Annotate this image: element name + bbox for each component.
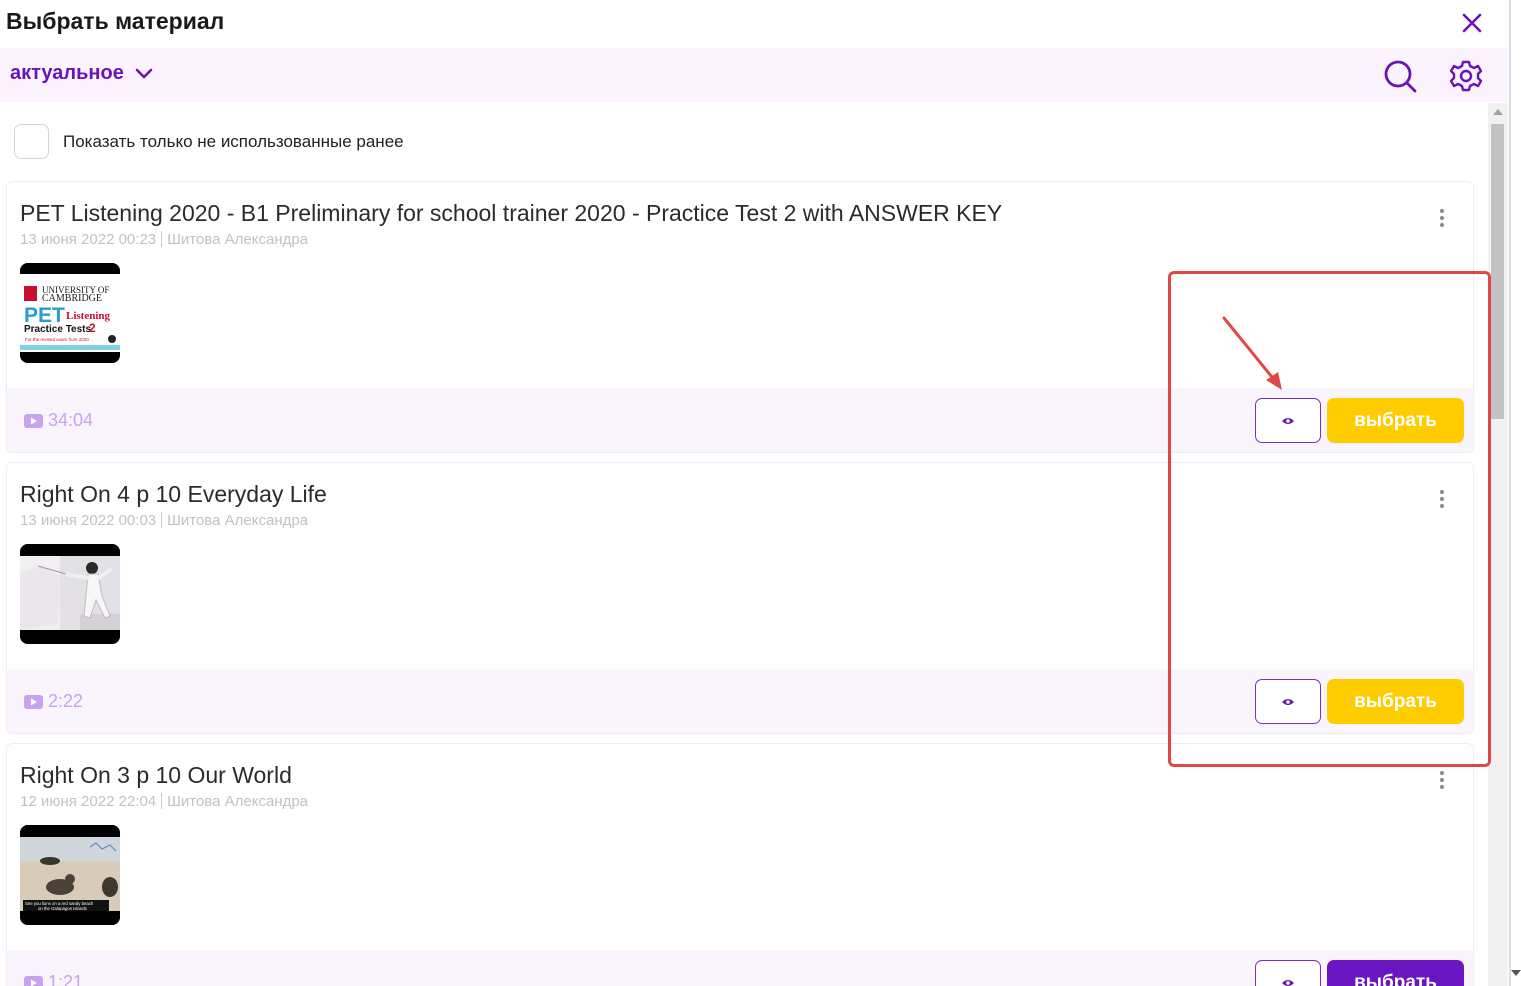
material-author: Шитова Александра (167, 793, 309, 810)
window-divider (1509, 0, 1511, 986)
more-vertical-icon (1440, 490, 1444, 508)
material-card: PET Listening 2020 - B1 Preliminary for … (6, 181, 1474, 453)
material-card: Right On 3 p 10 Our World 12 июня 2022 2… (6, 743, 1474, 986)
gear-icon (1449, 60, 1483, 92)
settings-button[interactable] (1446, 57, 1486, 95)
material-duration: 34:04 (24, 410, 93, 431)
meta-divider (161, 231, 163, 247)
duration-label: 1:21 (48, 972, 84, 986)
material-footer: 34:04 выбрать (7, 388, 1473, 452)
more-vertical-icon (1440, 771, 1444, 789)
filter-bar: актуальное (0, 48, 1508, 102)
unused-only-checkbox[interactable] (14, 124, 49, 159)
more-vertical-icon (1440, 209, 1444, 227)
material-thumbnail[interactable]: UNIVERSITY OF CAMBRIDGE PET Listening Pr… (20, 263, 120, 363)
material-thumbnail[interactable] (20, 544, 120, 644)
material-date: 13 июня 2022 00:23 (20, 231, 157, 248)
eye-icon (1282, 979, 1294, 986)
material-card: Right On 4 p 10 Everyday Life 13 июня 20… (6, 462, 1474, 734)
eye-icon (1282, 417, 1294, 424)
material-duration: 1:21 (24, 972, 83, 986)
thumb-caption-line2: on the Galapagos Islands (38, 906, 87, 911)
material-meta: 13 июня 2022 00:03 Шитова Александра (20, 512, 308, 529)
chevron-down-icon (135, 68, 153, 78)
meta-divider (161, 512, 163, 528)
more-options-button[interactable] (1431, 768, 1453, 792)
thumb-text-number: 2 (89, 321, 96, 335)
preview-button[interactable] (1255, 679, 1321, 724)
unused-only-option: Показать только не использованные ранее (14, 124, 404, 159)
material-duration: 2:22 (24, 691, 83, 712)
close-button[interactable] (1456, 9, 1488, 39)
filter-dropdown-label: актуальное (10, 62, 124, 84)
eye-icon (1282, 698, 1294, 705)
video-icon (24, 975, 43, 986)
preview-button[interactable] (1255, 960, 1321, 986)
select-button[interactable]: выбрать (1327, 679, 1464, 724)
material-author: Шитова Александра (167, 231, 309, 248)
material-footer: 2:22 выбрать (7, 669, 1473, 733)
close-icon (1462, 13, 1482, 33)
preview-button[interactable] (1255, 398, 1321, 443)
material-title: Right On 3 p 10 Our World (20, 762, 292, 788)
more-options-button[interactable] (1431, 487, 1453, 511)
material-meta: 13 июня 2022 00:23 Шитова Александра (20, 231, 308, 248)
material-title: PET Listening 2020 - B1 Preliminary for … (20, 200, 1003, 226)
fencing-image (20, 544, 120, 644)
duration-label: 2:22 (48, 691, 84, 711)
thumb-text-sub: For the revised exam from 2020 (25, 337, 89, 342)
thumb-text-line2: CAMBRIDGE (42, 293, 102, 304)
material-title: Right On 4 p 10 Everyday Life (20, 481, 327, 507)
dialog-title: Выбрать материал (6, 8, 225, 34)
scrollbar-thumb[interactable] (1491, 124, 1504, 419)
more-options-button[interactable] (1431, 206, 1453, 230)
select-button[interactable]: выбрать (1327, 960, 1464, 986)
thumb-text-practice: Practice Tests (24, 324, 92, 335)
select-button[interactable]: выбрать (1327, 398, 1464, 443)
material-thumbnail[interactable]: See you lions on a red sandy beach on th… (20, 825, 120, 925)
sea-lions-image: See you lions on a red sandy beach on th… (20, 825, 120, 925)
scroll-up-arrow-icon[interactable] (1493, 109, 1503, 115)
filter-dropdown[interactable]: актуальное (10, 62, 154, 85)
dialog-header: Выбрать материал (0, 0, 1508, 48)
material-meta: 12 июня 2022 22:04 Шитова Александра (20, 793, 308, 810)
duration-label: 34:04 (48, 410, 94, 430)
pet-cover-image: UNIVERSITY OF CAMBRIDGE PET Listening Pr… (20, 263, 120, 363)
material-author: Шитова Александра (167, 512, 309, 529)
meta-divider (161, 793, 163, 809)
search-icon (1384, 60, 1417, 93)
video-icon (24, 694, 43, 709)
scrollbar[interactable] (1488, 103, 1508, 986)
material-date: 12 июня 2022 22:04 (20, 793, 157, 810)
video-icon (24, 413, 43, 428)
material-footer: 1:21 выбрать (7, 950, 1473, 986)
scroll-down-arrow-icon[interactable] (1511, 970, 1521, 976)
unused-only-label: Показать только не использованные ранее (63, 131, 404, 151)
search-button[interactable] (1381, 58, 1421, 94)
material-date: 13 июня 2022 00:03 (20, 512, 157, 529)
